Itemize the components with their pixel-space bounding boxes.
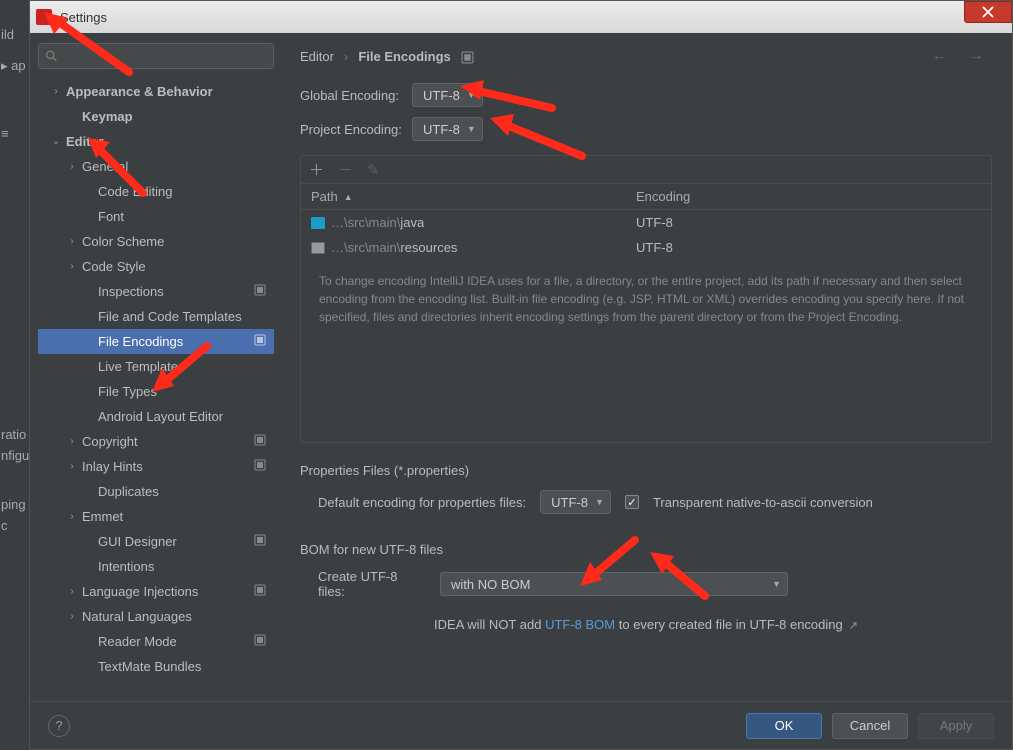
transparent-n2a-checkbox[interactable]: ✓ [625, 495, 639, 509]
tree-item[interactable]: Code Editing [38, 179, 274, 204]
utf8-bom-link[interactable]: UTF-8 BOM [545, 617, 615, 632]
default-properties-encoding-label: Default encoding for properties files: [318, 495, 526, 510]
scope-badge-icon [461, 48, 474, 63]
remove-button[interactable]: － [338, 159, 353, 180]
breadcrumb-current: File Encodings [358, 49, 450, 64]
tree-item[interactable]: Live Templates [38, 354, 274, 379]
tree-item[interactable]: Font [38, 204, 274, 229]
tree-item[interactable]: Keymap [38, 104, 274, 129]
tree-item[interactable]: ›Emmet [38, 504, 274, 529]
properties-section-title: Properties Files (*.properties) [300, 463, 992, 478]
project-encoding-dropdown[interactable]: UTF-8▼ [412, 117, 483, 141]
scope-badge-icon [254, 284, 266, 299]
tree-item[interactable]: ⌄Editor [38, 129, 274, 154]
window-close-button[interactable] [964, 1, 1012, 23]
chevron-icon: › [66, 236, 78, 247]
tree-item[interactable]: File Encodings [38, 329, 274, 354]
encoding-help-text: To change encoding IntelliJ IDEA uses fo… [301, 260, 991, 326]
chevron-icon: › [66, 586, 78, 597]
background-ide-fragment: ild ▸ ap ≡ ratio nfigu ping c [0, 0, 29, 750]
apply-button[interactable]: Apply [918, 713, 994, 739]
edit-button[interactable]: ✎ [367, 161, 380, 179]
table-row[interactable]: …\src\main\javaUTF-8 [301, 210, 991, 235]
scope-badge-icon [254, 459, 266, 474]
settings-main-panel: Editor › File Encodings ← → Global Encod… [282, 33, 1012, 701]
table-row[interactable]: …\src\main\resourcesUTF-8 [301, 235, 991, 260]
search-icon [45, 49, 58, 63]
dialog-button-bar: ? OK Cancel Apply [30, 701, 1012, 749]
tree-item[interactable]: ›Language Injections [38, 579, 274, 604]
chevron-icon: ⌄ [50, 136, 62, 147]
project-encoding-label: Project Encoding: [300, 122, 412, 137]
table-toolbar: ＋ － ✎ [301, 156, 991, 184]
tree-item[interactable]: ›Natural Languages [38, 604, 274, 629]
chevron-down-icon: ▼ [595, 497, 604, 507]
create-utf8-label: Create UTF-8 files: [318, 569, 426, 599]
tree-item[interactable]: Intentions [38, 554, 274, 579]
chevron-icon: › [50, 86, 62, 97]
breadcrumb-root[interactable]: Editor [300, 49, 334, 64]
scope-badge-icon [254, 534, 266, 549]
nav-arrows[interactable]: ← → [932, 47, 992, 65]
search-input[interactable] [62, 49, 267, 64]
default-properties-encoding-dropdown[interactable]: UTF-8▼ [540, 490, 611, 514]
global-encoding-label: Global Encoding: [300, 88, 412, 103]
tree-item[interactable]: ›General [38, 154, 274, 179]
window-title: Settings [60, 10, 107, 25]
encoding-table: ＋ － ✎ Path▲ Encoding …\src\main\javaUTF-… [300, 155, 992, 443]
tree-item[interactable]: ›Inlay Hints [38, 454, 274, 479]
chevron-down-icon: ▼ [467, 124, 476, 134]
tree-item[interactable]: ›Color Scheme [38, 229, 274, 254]
chevron-icon: › [66, 511, 78, 522]
bom-section-title: BOM for new UTF-8 files [300, 542, 992, 557]
help-button[interactable]: ? [48, 715, 70, 737]
bom-note: IDEA will NOT add UTF-8 BOM to every cre… [300, 617, 992, 632]
settings-sidebar: ›Appearance & BehaviorKeymap⌄Editor›Gene… [30, 33, 282, 701]
encoding-header[interactable]: Encoding [626, 189, 991, 204]
chevron-icon: › [66, 611, 78, 622]
add-button[interactable]: ＋ [309, 159, 324, 180]
tree-item[interactable]: File Types [38, 379, 274, 404]
scope-badge-icon [254, 434, 266, 449]
chevron-icon: › [66, 161, 78, 172]
settings-search[interactable] [38, 43, 274, 69]
global-encoding-dropdown[interactable]: UTF-8▼ [412, 83, 483, 107]
folder-icon [311, 217, 325, 229]
scope-badge-icon [254, 584, 266, 599]
transparent-n2a-label: Transparent native-to-ascii conversion [653, 495, 873, 510]
create-utf8-dropdown[interactable]: with NO BOM▼ [440, 572, 788, 596]
sort-asc-icon: ▲ [344, 192, 353, 202]
path-header[interactable]: Path▲ [301, 189, 626, 204]
settings-tree[interactable]: ›Appearance & BehaviorKeymap⌄Editor›Gene… [38, 79, 274, 701]
titlebar[interactable]: Settings [30, 1, 1012, 33]
tree-item[interactable]: Android Layout Editor [38, 404, 274, 429]
scope-badge-icon [254, 334, 266, 349]
tree-item[interactable]: Duplicates [38, 479, 274, 504]
tree-item[interactable]: Reader Mode [38, 629, 274, 654]
tree-item[interactable]: Inspections [38, 279, 274, 304]
settings-dialog: Settings ›Appearance & BehaviorKeymap⌄Ed… [29, 0, 1013, 750]
tree-item[interactable]: File and Code Templates [38, 304, 274, 329]
tree-item[interactable]: ›Appearance & Behavior [38, 79, 274, 104]
breadcrumb-sep-icon: › [344, 49, 348, 64]
tree-item[interactable]: ›Copyright [38, 429, 274, 454]
tree-item[interactable]: TextMate Bundles [38, 654, 274, 679]
cancel-button[interactable]: Cancel [832, 713, 908, 739]
chevron-icon: › [66, 261, 78, 272]
tree-item[interactable]: GUI Designer [38, 529, 274, 554]
chevron-icon: › [66, 461, 78, 472]
tree-item[interactable]: ›Code Style [38, 254, 274, 279]
breadcrumb: Editor › File Encodings ← → [300, 47, 992, 65]
app-icon [36, 9, 52, 25]
chevron-down-icon: ▼ [467, 90, 476, 100]
scope-badge-icon [254, 634, 266, 649]
external-link-icon: ↗ [849, 620, 858, 632]
resources-icon [311, 242, 325, 254]
chevron-down-icon: ▼ [772, 579, 781, 589]
ok-button[interactable]: OK [746, 713, 822, 739]
chevron-icon: › [66, 436, 78, 447]
